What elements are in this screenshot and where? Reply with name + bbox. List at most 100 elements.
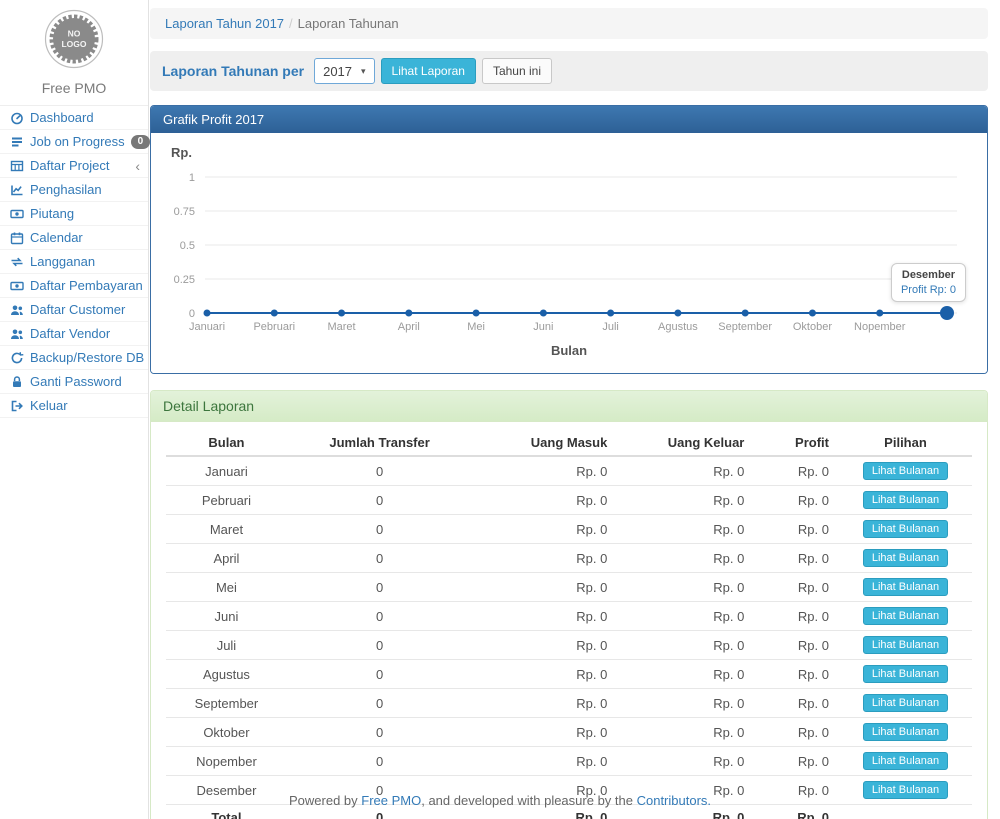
table-cell: Januari [166, 456, 287, 486]
footer-link-freepmo[interactable]: Free PMO [361, 793, 421, 808]
profit-chart-panel: Grafik Profit 2017 00.250.50.751JanuariP… [150, 105, 988, 374]
year-select[interactable]: 2017 ▾ [314, 58, 374, 84]
money-icon [10, 279, 24, 293]
table-cell-actions: Lihat Bulanan [839, 718, 972, 747]
sidebar-item-daftar-project[interactable]: Daftar Project‹ [0, 154, 148, 178]
sidebar-item-keluar[interactable]: Keluar [0, 394, 148, 418]
profit-line-chart[interactable]: 00.250.50.751JanuariPebruariMaretAprilMe… [151, 133, 985, 345]
sidebar-menu: Dashboard Job on Progress0Daftar Project‹… [0, 106, 148, 418]
breadcrumb-link[interactable]: Laporan Tahun 2017 [165, 16, 284, 31]
table-cell: Rp. 0 [472, 602, 617, 631]
sidebar-item-dashboard[interactable]: Dashboard [0, 106, 148, 130]
breadcrumb-current: Laporan Tahunan [298, 16, 399, 31]
table-row: Oktober0Rp. 0Rp. 0Rp. 0Lihat Bulanan [166, 718, 972, 747]
table-cell: Rp. 0 [472, 660, 617, 689]
detail-report-panel: Detail Laporan BulanJumlah TransferUang … [150, 390, 988, 819]
lihat-bulanan-button[interactable]: Lihat Bulanan [863, 694, 948, 712]
table-icon [10, 159, 24, 173]
sidebar-item-daftar-vendor[interactable]: Daftar Vendor [0, 322, 148, 346]
svg-text:1: 1 [189, 172, 195, 184]
svg-text:0.5: 0.5 [180, 240, 195, 252]
chart-panel-title: Grafik Profit 2017 [151, 106, 987, 133]
table-cell: Rp. 0 [472, 573, 617, 602]
table-cell: 0 [287, 544, 472, 573]
svg-text:Mei: Mei [467, 321, 485, 333]
retweet-icon [10, 255, 24, 269]
lihat-bulanan-button[interactable]: Lihat Bulanan [863, 462, 948, 480]
lihat-bulanan-button[interactable]: Lihat Bulanan [863, 636, 948, 654]
report-table: BulanJumlah TransferUang MasukUang Kelua… [166, 430, 972, 819]
lihat-bulanan-button[interactable]: Lihat Bulanan [863, 752, 948, 770]
table-cell: Rp. 0 [617, 456, 754, 486]
table-cell: 0 [287, 573, 472, 602]
lihat-bulanan-button[interactable]: Lihat Bulanan [863, 520, 948, 538]
table-cell: 0 [287, 718, 472, 747]
table-cell: Rp. 0 [617, 631, 754, 660]
sidebar-item-daftar-customer[interactable]: Daftar Customer [0, 298, 148, 322]
sidebar-item-daftar-pembayaran[interactable]: Daftar Pembayaran [0, 274, 148, 298]
table-cell: Rp. 0 [754, 689, 839, 718]
svg-text:Oktober: Oktober [793, 321, 832, 333]
svg-text:Januari: Januari [189, 321, 225, 333]
sidebar-item-label: Ganti Password [30, 374, 122, 389]
sidebar-item-calendar[interactable]: Calendar [0, 226, 148, 250]
table-cell: Agustus [166, 660, 287, 689]
sidebar-item-langganan[interactable]: Langganan [0, 250, 148, 274]
table-cell: September [166, 689, 287, 718]
table-cell: Rp. 0 [472, 689, 617, 718]
sidebar-item-label: Piutang [30, 206, 74, 221]
col-header-bulan: Bulan [166, 430, 287, 456]
table-cell-actions: Lihat Bulanan [839, 602, 972, 631]
lihat-bulanan-button[interactable]: Lihat Bulanan [863, 578, 948, 596]
col-header-profit: Profit [754, 430, 839, 456]
sidebar-item-ganti-password[interactable]: Ganti Password [0, 370, 148, 394]
table-row: Agustus0Rp. 0Rp. 0Rp. 0Lihat Bulanan [166, 660, 972, 689]
lihat-bulanan-button[interactable]: Lihat Bulanan [863, 549, 948, 567]
sidebar-item-piutang[interactable]: Piutang [0, 202, 148, 226]
table-cell: 0 [287, 631, 472, 660]
lihat-bulanan-button[interactable]: Lihat Bulanan [863, 491, 948, 509]
table-row: Nopember0Rp. 0Rp. 0Rp. 0Lihat Bulanan [166, 747, 972, 776]
svg-text:Maret: Maret [327, 321, 355, 333]
table-row: April0Rp. 0Rp. 0Rp. 0Lihat Bulanan [166, 544, 972, 573]
svg-text:0.75: 0.75 [174, 206, 195, 218]
sidebar-item-label: Daftar Customer [30, 302, 125, 317]
table-cell: Rp. 0 [617, 544, 754, 573]
table-cell: Rp. 0 [617, 486, 754, 515]
svg-text:Nopember: Nopember [854, 321, 906, 333]
footer: Powered by Free PMO, and developed with … [0, 793, 1000, 808]
dashboard-icon [10, 111, 24, 125]
main-content: Laporan Tahun 2017/Laporan Tahunan Lapor… [150, 0, 988, 819]
tasks-icon [10, 135, 24, 149]
caret-down-icon: ▾ [361, 66, 366, 77]
calendar-icon [10, 231, 24, 245]
detail-panel-title: Detail Laporan [151, 391, 987, 422]
sidebar-item-penghasilan[interactable]: Penghasilan [0, 178, 148, 202]
col-header-jumlah-transfer: Jumlah Transfer [287, 430, 472, 456]
table-row: Juni0Rp. 0Rp. 0Rp. 0Lihat Bulanan [166, 602, 972, 631]
filter-label: Laporan Tahunan per [162, 63, 304, 79]
footer-link-contributors[interactable]: Contributors. [637, 793, 711, 808]
col-header-uang-masuk: Uang Masuk [472, 430, 617, 456]
lihat-bulanan-button[interactable]: Lihat Bulanan [863, 723, 948, 741]
lihat-bulanan-button[interactable]: Lihat Bulanan [863, 607, 948, 625]
table-cell: Rp. 0 [754, 660, 839, 689]
sidebar-item-job-on-progress[interactable]: Job on Progress0 [0, 130, 148, 154]
table-row: Mei0Rp. 0Rp. 0Rp. 0Lihat Bulanan [166, 573, 972, 602]
view-report-button[interactable]: Lihat Laporan [381, 58, 476, 84]
table-cell: Rp. 0 [617, 689, 754, 718]
table-cell-actions: Lihat Bulanan [839, 689, 972, 718]
table-cell: Nopember [166, 747, 287, 776]
sidebar-item-label: Dashboard [30, 110, 94, 125]
sidebar-item-label: Daftar Pembayaran [30, 278, 143, 293]
table-cell-actions: Lihat Bulanan [839, 631, 972, 660]
this-year-button[interactable]: Tahun ini [482, 58, 552, 84]
table-cell: Rp. 0 [617, 602, 754, 631]
refresh-icon [10, 351, 24, 365]
svg-text:September: September [718, 321, 772, 333]
table-cell-actions: Lihat Bulanan [839, 515, 972, 544]
table-row: Maret0Rp. 0Rp. 0Rp. 0Lihat Bulanan [166, 515, 972, 544]
table-cell: 0 [287, 602, 472, 631]
sidebar-item-backup-restore-db[interactable]: Backup/Restore DB [0, 346, 148, 370]
lihat-bulanan-button[interactable]: Lihat Bulanan [863, 665, 948, 683]
